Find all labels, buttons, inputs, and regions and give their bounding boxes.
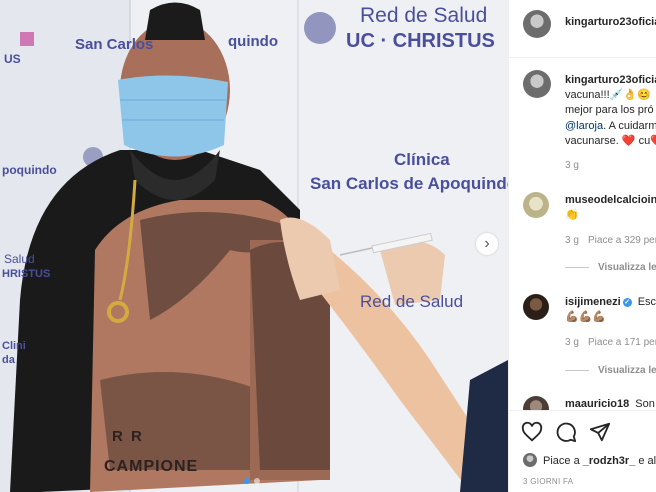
comment-1-time[interactable]: 3 g	[565, 235, 579, 246]
verified-badge-icon: ✓	[622, 297, 632, 307]
likes-user[interactable]: _rodzh3r_	[583, 455, 636, 467]
caption-username[interactable]: kingarturo23oficial	[565, 74, 656, 86]
comment-3-username-row: maauricio18 Son 2	[565, 398, 656, 410]
backdrop-da-left: da	[2, 354, 15, 366]
comment-icon	[556, 422, 577, 443]
header-username[interactable]: kingarturo23oficial	[565, 16, 656, 28]
like-button[interactable]	[521, 421, 543, 443]
paper-plane-icon	[589, 422, 611, 442]
caption-line-1: vacuna!!!💉👌😊	[565, 89, 651, 101]
comment-2-text: Esce	[637, 296, 656, 308]
backdrop-clinica: Clínica	[394, 150, 450, 169]
backdrop-salud-left: Salud	[4, 252, 35, 266]
backdrop-apoquindo-mid: poquindo	[2, 163, 57, 177]
caption-line-2: mejor para los pró	[565, 104, 654, 116]
tattoo-r-r: R R	[112, 428, 144, 445]
comment-2-username-row: isijimenezi✓ Esce	[565, 296, 656, 308]
tattoo-campione: CAMPIONE	[104, 458, 199, 475]
comment-1-likes[interactable]: Piace a 329 per	[588, 235, 656, 246]
comment-2-username[interactable]: isijimenezi	[565, 296, 621, 308]
header-avatar[interactable]	[523, 10, 551, 38]
likes-suffix: e al	[635, 455, 656, 467]
backdrop-us-left: US	[4, 52, 21, 66]
comment-1-text: 👏	[565, 209, 579, 221]
caption-line-3: @laroja. A cuidarm	[565, 120, 656, 132]
caption-line-3-rest: . A cuidarm	[603, 120, 656, 132]
backdrop-red-de-salud: Red de Salud	[360, 4, 488, 27]
comment-2-time[interactable]: 3 g	[565, 337, 579, 348]
post-photo[interactable]: Red de Salud UC · CHRISTUS San Carlos qu…	[0, 0, 508, 492]
carousel-dots	[244, 478, 260, 484]
post-header: kingarturo23oficial	[509, 0, 656, 58]
carousel-next-button[interactable]: ›	[476, 233, 498, 255]
comment-2-emoji: 💪🏽💪🏽💪🏽	[565, 311, 607, 323]
comment-2-avatar[interactable]	[523, 294, 549, 320]
backdrop-apoquindo-top: quindo	[228, 33, 278, 50]
carousel-dot-1	[244, 478, 250, 484]
backdrop-christus-left: HRISTUS	[2, 268, 51, 280]
caption-line-4: vacunarse. ❤️ cu❤️	[565, 135, 656, 147]
comment-1-view-replies[interactable]: Visualizza le r	[598, 262, 656, 273]
caption-mention-laroja[interactable]: @laroja	[565, 120, 603, 132]
comment-1-avatar[interactable]	[523, 192, 549, 218]
comment-2-replies-line	[565, 370, 589, 371]
caption-time[interactable]: 3 g	[565, 160, 579, 171]
backdrop-uc-christus: UC · CHRISTUS	[346, 30, 495, 52]
likes-avatar[interactable]	[523, 453, 537, 467]
backdrop-san-carlos-full: San Carlos de Apoquindo	[310, 174, 508, 193]
post-time-ago[interactable]: 3 GIORNI FA	[523, 477, 573, 486]
comment-button[interactable]	[555, 421, 577, 443]
likes-summary: Piace a _rodzh3r_ e al	[543, 455, 656, 467]
comment-3-username[interactable]: maauricio18	[565, 398, 629, 410]
backdrop-red-salud-bottom: Red de Salud	[360, 292, 464, 311]
share-button[interactable]	[589, 421, 611, 443]
caption-avatar[interactable]	[523, 70, 551, 98]
comment-2-likes[interactable]: Piace a 171 per	[588, 337, 656, 348]
backdrop-clinica-left: Clini	[2, 340, 26, 352]
backdrop-san-carlos-left: San Carlos	[75, 36, 154, 53]
comment-1-username[interactable]: museodelcalcioint	[565, 194, 656, 206]
photo-illustration	[0, 0, 508, 492]
comment-1-replies-line	[565, 267, 589, 268]
chevron-right-icon: ›	[484, 235, 490, 252]
likes-prefix: Piace a	[543, 455, 583, 467]
post-side-panel: kingarturo23oficial kingarturo23oficial …	[508, 0, 656, 492]
comment-2-view-replies[interactable]: Visualizza le r	[598, 365, 656, 376]
comment-3-text: Son 2	[635, 398, 656, 410]
post-actions-bar: Piace a _rodzh3r_ e al 3 GIORNI FA	[509, 410, 656, 492]
heart-icon	[521, 421, 543, 442]
carousel-dot-2	[254, 478, 260, 484]
